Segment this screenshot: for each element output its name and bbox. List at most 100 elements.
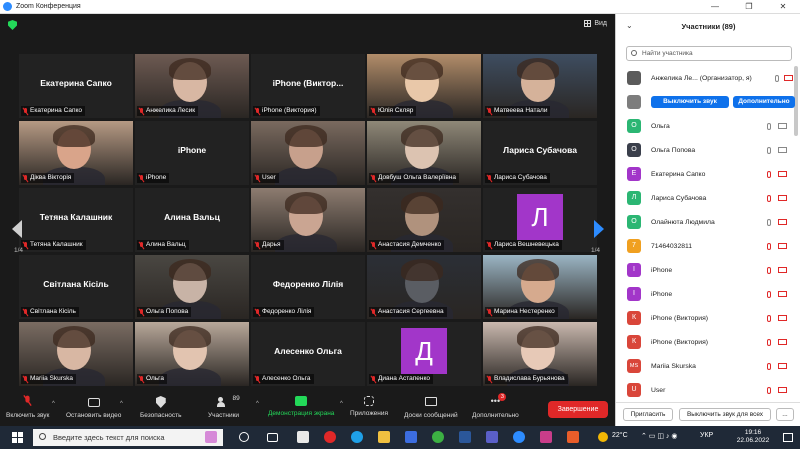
panel-more-button[interactable]: ... (776, 408, 794, 421)
participant-row[interactable]: КiPhone (Виктория) (616, 330, 794, 354)
tray-icons[interactable]: ⌃ ▭ ◫ ♪ ◉ (641, 432, 677, 440)
prev-page-arrow-icon[interactable] (12, 220, 22, 238)
participant-name: Mariia Skurska (651, 362, 696, 370)
participant-row[interactable]: КiPhone (Виктория) (616, 306, 794, 330)
video-tile[interactable]: iPhone iPhone (135, 121, 249, 185)
video-tile[interactable]: Дарья (251, 188, 365, 252)
cortana-icon[interactable] (239, 432, 249, 442)
tile-name-label: Федоренко Лілія (253, 307, 315, 317)
file-explorer-icon[interactable] (378, 431, 390, 443)
mic-muted-icon (487, 375, 492, 383)
mute-all-button[interactable]: Выключить звук для всех (679, 408, 771, 421)
minimize-button[interactable]: — (698, 0, 732, 14)
video-tile[interactable]: Анжелика Лесик (135, 54, 249, 118)
more-options-button[interactable]: Дополнительно (733, 96, 795, 108)
video-tile[interactable]: Тетяна Калашник Тетяна Калашник (19, 188, 133, 252)
video-tile[interactable]: Владислава Бурьянова (483, 322, 597, 386)
tile-name: Екатерина Сапко (30, 107, 83, 114)
participant-row[interactable]: Л Лариса Субачова (616, 186, 794, 210)
participant-row[interactable]: U User (616, 378, 794, 402)
video-options-caret-icon[interactable]: ^ (120, 401, 123, 407)
maximize-button[interactable]: ❐ (732, 0, 766, 14)
notifications-icon[interactable] (783, 433, 793, 442)
video-tile[interactable]: Юлія Скляр (367, 54, 481, 118)
encryption-shield-icon[interactable] (8, 20, 17, 30)
opera-icon[interactable] (324, 431, 336, 443)
participant-row[interactable]: IiPhone (616, 258, 794, 282)
mic-muted-icon (23, 375, 28, 383)
video-tile[interactable]: Л Лариса Вешневецька (483, 188, 597, 252)
app-icon[interactable] (540, 431, 552, 443)
zoom-taskbar-icon[interactable] (513, 431, 525, 443)
mic-muted-icon (767, 362, 771, 370)
video-tile[interactable]: Марина Нестеренко (483, 255, 597, 319)
more-badge: 3 (498, 393, 507, 401)
tile-name: iPhone (146, 174, 167, 181)
participant-row[interactable]: 7 71464032811 (616, 234, 794, 258)
teams-icon[interactable] (486, 431, 498, 443)
camera-off-icon (778, 363, 787, 369)
video-tile[interactable]: Федоренко Лілія Федоренко Лілія (251, 255, 365, 319)
temperature[interactable]: 22°C (612, 432, 628, 439)
video-tile[interactable]: Анастасия Демченко (367, 188, 481, 252)
participant-row[interactable]: IiPhone (616, 282, 794, 306)
unmute-button[interactable]: Включить звук (6, 395, 49, 419)
video-tile[interactable]: Ольга Попова (135, 255, 249, 319)
participants-caret-icon[interactable]: ^ (256, 401, 259, 407)
weather-icon[interactable] (598, 432, 608, 442)
participant-row[interactable]: О Ольга (616, 114, 794, 138)
participant-row[interactable]: О Олайнюта Людмила (616, 210, 794, 234)
video-tile[interactable]: iPhone (Виктор... iPhone (Виктория) (251, 54, 365, 118)
video-tile[interactable]: Анастасия Сергеевна (367, 255, 481, 319)
video-tile[interactable]: Екатерина Сапко Екатерина Сапко (19, 54, 133, 118)
video-tile[interactable]: Світлана Кісіль Світлана Кісіль (19, 255, 133, 319)
language-indicator[interactable]: УКР (700, 432, 713, 439)
more-button[interactable]: ••• 3 Дополнительно (472, 393, 519, 419)
share-caret-icon[interactable]: ^ (340, 401, 343, 407)
apps-button[interactable]: Приложения (350, 396, 388, 417)
video-tile[interactable]: Алесенко Ольга Алесенко Ольга (251, 322, 365, 386)
next-page-arrow-icon[interactable] (594, 220, 604, 238)
camera-off-icon (778, 315, 787, 321)
video-tile[interactable]: Діква Вікторія (19, 121, 133, 185)
video-tile[interactable]: Матвеева Натали (483, 54, 597, 118)
host-row[interactable]: Анжелика Ле... (Организатор, я) (616, 66, 794, 90)
video-tile[interactable]: Mariia Skurska (19, 322, 133, 386)
view-button[interactable]: Вид (584, 20, 607, 27)
butterfly-widget-icon[interactable] (205, 431, 217, 443)
chrome-icon[interactable] (432, 431, 444, 443)
windows-start-icon[interactable] (12, 432, 23, 443)
end-meeting-button[interactable]: Завершение (548, 401, 608, 418)
participant-row[interactable]: О Ольга Попова (616, 138, 794, 162)
mic-muted-icon (139, 375, 144, 383)
security-button[interactable]: Безопасность (140, 396, 181, 419)
camera-off-icon (784, 75, 793, 81)
invite-button[interactable]: Пригласить (623, 408, 673, 421)
close-button[interactable]: ✕ (766, 0, 800, 14)
whiteboards-button[interactable]: Доски сообщений (404, 396, 458, 419)
stop-video-button[interactable]: Остановить видео (66, 396, 121, 419)
store-icon[interactable] (405, 431, 417, 443)
powerpoint-icon[interactable] (567, 431, 579, 443)
video-tile[interactable]: Д Диана Астапенко (367, 322, 481, 386)
video-tile[interactable]: Лариса Субачова Лариса Субачова (483, 121, 597, 185)
video-tile[interactable]: User (251, 121, 365, 185)
video-tile[interactable]: Алина Вальц Алина Вальц (135, 188, 249, 252)
taskbar-search-input[interactable]: Введите здесь текст для поиска (33, 429, 223, 446)
taskbar-clock[interactable]: 19:16 22.06.2022 (730, 429, 776, 445)
mute-participant-button[interactable]: Выключить звук (651, 96, 729, 108)
task-view-icon[interactable] (267, 433, 278, 442)
share-screen-button[interactable]: Демонстрация экрана (268, 396, 334, 417)
participant-search-input[interactable]: Найти участника (626, 46, 792, 61)
word-icon[interactable] (459, 431, 471, 443)
tile-name: Лариса Вешневецька (494, 241, 559, 248)
app-icon[interactable] (297, 431, 309, 443)
audio-options-caret-icon[interactable]: ^ (52, 401, 55, 407)
participants-button[interactable]: 89 Участники (208, 395, 240, 419)
video-tile[interactable]: Довбуш Ольга Валеріївна (367, 121, 481, 185)
participant-row[interactable]: Е Екатерина Сапко (616, 162, 794, 186)
panel-title: Участники (89) (681, 22, 736, 31)
edge-icon[interactable] (351, 431, 363, 443)
video-tile[interactable]: Ольга (135, 322, 249, 386)
participant-row[interactable]: MS Mariia Skurska (616, 354, 794, 378)
